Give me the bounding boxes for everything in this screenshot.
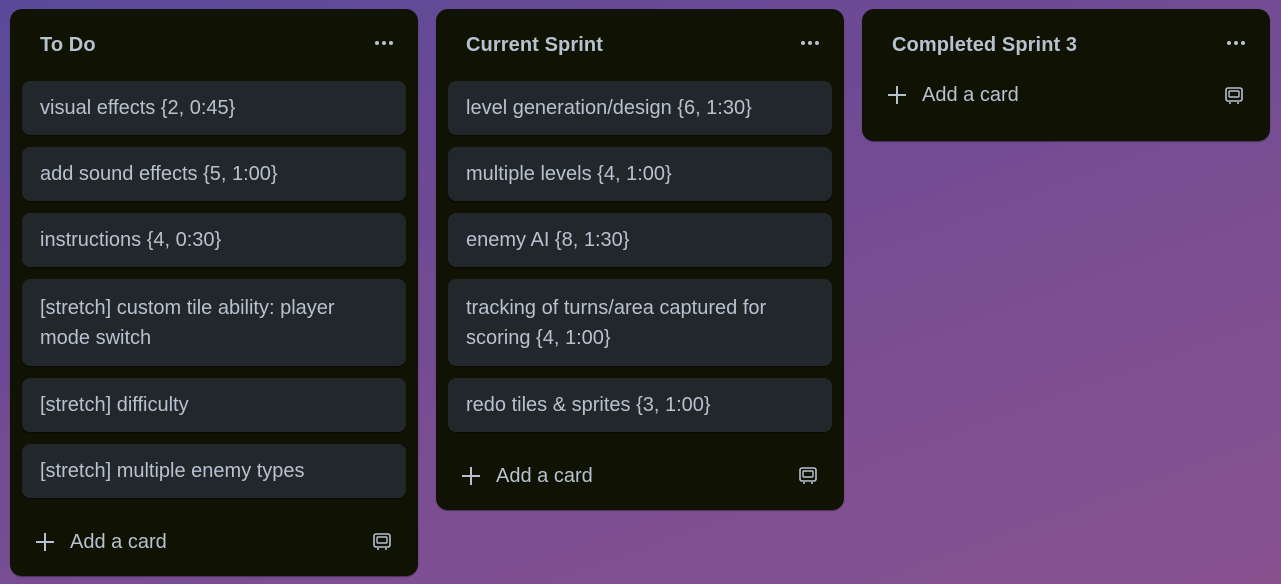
add-card-button[interactable]: Add a card bbox=[36, 522, 167, 562]
card[interactable]: [stretch] multiple enemy types bbox=[22, 444, 406, 498]
list-title[interactable]: Current Sprint bbox=[466, 34, 603, 57]
card[interactable]: instructions {4, 0:30} bbox=[22, 213, 406, 267]
list-header: To Do bbox=[10, 9, 418, 81]
list-current-sprint: Current Sprint level generation/design {… bbox=[436, 9, 844, 510]
list-header: Completed Sprint 3 bbox=[862, 9, 1270, 79]
list-header: Current Sprint bbox=[436, 9, 844, 81]
card-template-icon[interactable] bbox=[372, 531, 392, 551]
card-list: visual effects {2, 0:45} add sound effec… bbox=[10, 81, 418, 498]
add-card-label: Add a card bbox=[922, 83, 1019, 106]
card[interactable]: visual effects {2, 0:45} bbox=[22, 81, 406, 135]
list-title[interactable]: Completed Sprint 3 bbox=[892, 34, 1077, 57]
card[interactable]: [stretch] custom tile ability: player mo… bbox=[22, 279, 406, 366]
card[interactable]: multiple levels {4, 1:00} bbox=[448, 147, 832, 201]
plus-icon bbox=[462, 467, 480, 485]
list-completed-sprint-3: Completed Sprint 3 Add a card bbox=[862, 9, 1270, 141]
list-to-do: To Do visual effects {2, 0:45} add sound… bbox=[10, 9, 418, 576]
card-template-icon[interactable] bbox=[1224, 85, 1244, 105]
card-list: level generation/design {6, 1:30} multip… bbox=[436, 81, 844, 432]
card[interactable]: add sound effects {5, 1:00} bbox=[22, 147, 406, 201]
add-card-button[interactable]: Add a card bbox=[888, 75, 1019, 115]
list-title[interactable]: To Do bbox=[40, 34, 96, 57]
add-card-button[interactable]: Add a card bbox=[462, 456, 593, 496]
more-horizontal-icon bbox=[1227, 41, 1245, 45]
list-actions-button[interactable] bbox=[1220, 31, 1252, 55]
card[interactable]: redo tiles & sprites {3, 1:00} bbox=[448, 378, 832, 432]
card[interactable]: tracking of turns/area captured for scor… bbox=[448, 279, 832, 366]
card[interactable]: enemy AI {8, 1:30} bbox=[448, 213, 832, 267]
list-footer: Add a card bbox=[436, 444, 844, 510]
plus-icon bbox=[888, 86, 906, 104]
card[interactable]: level generation/design {6, 1:30} bbox=[448, 81, 832, 135]
plus-icon bbox=[36, 533, 54, 551]
card-template-icon[interactable] bbox=[798, 465, 818, 485]
add-card-label: Add a card bbox=[496, 464, 593, 487]
add-card-label: Add a card bbox=[70, 530, 167, 553]
more-horizontal-icon bbox=[801, 41, 819, 45]
list-footer: Add a card bbox=[862, 79, 1270, 141]
list-actions-button[interactable] bbox=[794, 31, 826, 55]
card[interactable]: [stretch] difficulty bbox=[22, 378, 406, 432]
more-horizontal-icon bbox=[375, 41, 393, 45]
list-footer: Add a card bbox=[10, 510, 418, 576]
list-actions-button[interactable] bbox=[368, 31, 400, 55]
